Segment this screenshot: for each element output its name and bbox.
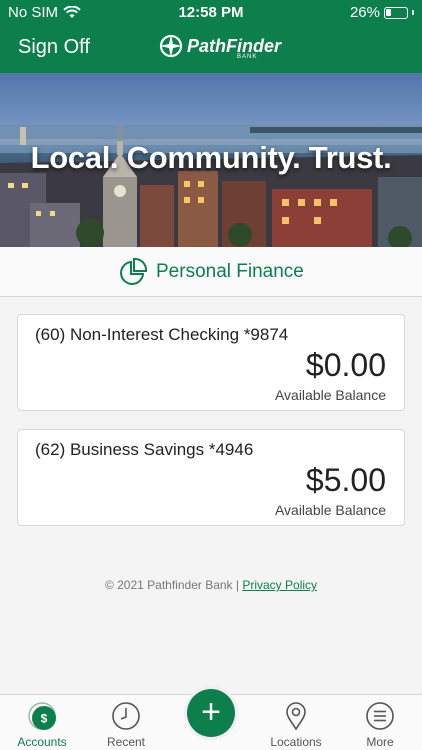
menu-icon	[366, 702, 394, 730]
hero-tagline: Local. Community. Trust.	[30, 140, 392, 175]
privacy-policy-link[interactable]: Privacy Policy	[242, 578, 317, 592]
nav-row: Sign Off PathFinder BANK	[0, 30, 422, 66]
tab-label: More	[366, 735, 394, 749]
account-name: (62) Business Savings *4946	[35, 440, 254, 459]
section-title-group: Personal Finance	[118, 257, 304, 287]
tab-locations[interactable]: Locations	[254, 695, 338, 750]
logo-subtext: BANK	[237, 54, 258, 60]
account-card[interactable]: (60) Non-Interest Checking *9874 $0.00 A…	[17, 314, 405, 411]
battery-fill	[386, 8, 391, 16]
tab-label: Recent	[106, 735, 146, 749]
pie-chart-icon	[120, 257, 148, 285]
battery-status: 26%	[350, 4, 414, 21]
tab-label: Accounts	[17, 735, 67, 749]
plus-icon: +	[201, 693, 221, 731]
section-header: Personal Finance	[0, 247, 422, 297]
dollar-icon: $	[28, 702, 56, 730]
tab-label: Locations	[270, 735, 322, 749]
account-name: (60) Non-Interest Checking *9874	[35, 325, 289, 344]
svg-text:$: $	[41, 712, 48, 726]
footer: © 2021 Pathfinder Bank | Privacy Policy	[0, 578, 422, 592]
compass-logo-icon	[159, 34, 183, 58]
balance-label: Available Balance	[274, 502, 386, 518]
add-action-button[interactable]: +	[187, 689, 235, 737]
account-balance: $0.00	[305, 347, 386, 383]
status-bar: No SIM 12:58 PM 26%	[0, 0, 422, 24]
pathfinder-logo: PathFinder BANK	[159, 34, 282, 60]
location-pin-icon	[286, 702, 306, 731]
section-title: Personal Finance	[156, 261, 304, 282]
tab-more[interactable]: More	[338, 695, 422, 750]
app-header: No SIM 12:58 PM 26% Sign Off PathFinder	[0, 0, 422, 73]
tab-recent[interactable]: Recent	[84, 695, 168, 750]
account-card[interactable]: (62) Business Savings *4946 $5.00 Availa…	[17, 429, 405, 526]
tab-accounts[interactable]: $ Accounts	[0, 695, 84, 750]
battery-tip	[412, 10, 414, 15]
battery-percent: 26%	[349, 4, 380, 21]
sign-off-button[interactable]: Sign Off	[18, 36, 90, 59]
logo-text: PathFinder	[187, 36, 282, 56]
battery-icon	[384, 6, 408, 19]
clock-icon	[112, 702, 140, 730]
copyright-text: © 2021 Pathfinder Bank |	[104, 578, 239, 592]
balance-label: Available Balance	[274, 387, 386, 403]
account-balance: $5.00	[305, 462, 386, 498]
hero-banner: Local. Community. Trust.	[0, 73, 422, 247]
